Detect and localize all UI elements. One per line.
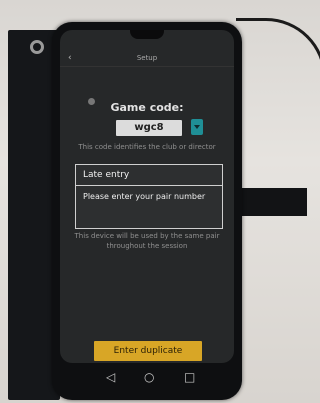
dialog-message: Please enter your pair number xyxy=(83,192,206,201)
cable xyxy=(236,18,320,188)
triangle-back-icon[interactable]: ◁ xyxy=(106,370,115,384)
square-recents-icon[interactable]: □ xyxy=(184,370,195,384)
game-code-input[interactable]: wgc8 xyxy=(116,120,182,136)
case-ring xyxy=(30,40,44,54)
chevron-down-icon[interactable] xyxy=(191,119,203,135)
circle-home-icon[interactable]: ○ xyxy=(144,370,154,384)
device-note: This device will be used by the same pai… xyxy=(74,232,220,250)
dialog-divider xyxy=(76,185,222,186)
case-strap xyxy=(232,188,307,216)
game-code-label: Game code: xyxy=(110,101,184,114)
dialog-title: Late entry xyxy=(83,170,130,180)
top-bar: ‹ Setup xyxy=(60,52,234,67)
phone-screen: ‹ Setup Game code: wgc8 This code identi… xyxy=(60,30,234,363)
screen-title: Setup xyxy=(136,54,158,62)
game-code-help: This code identifies the club or directo… xyxy=(78,143,216,151)
enter-duplicate-button[interactable]: Enter duplicate xyxy=(94,341,202,361)
camera-notch xyxy=(130,30,164,39)
android-nav-bar: ◁ ○ □ xyxy=(60,366,234,390)
late-entry-dialog: Late entry Please enter your pair number xyxy=(75,164,223,229)
